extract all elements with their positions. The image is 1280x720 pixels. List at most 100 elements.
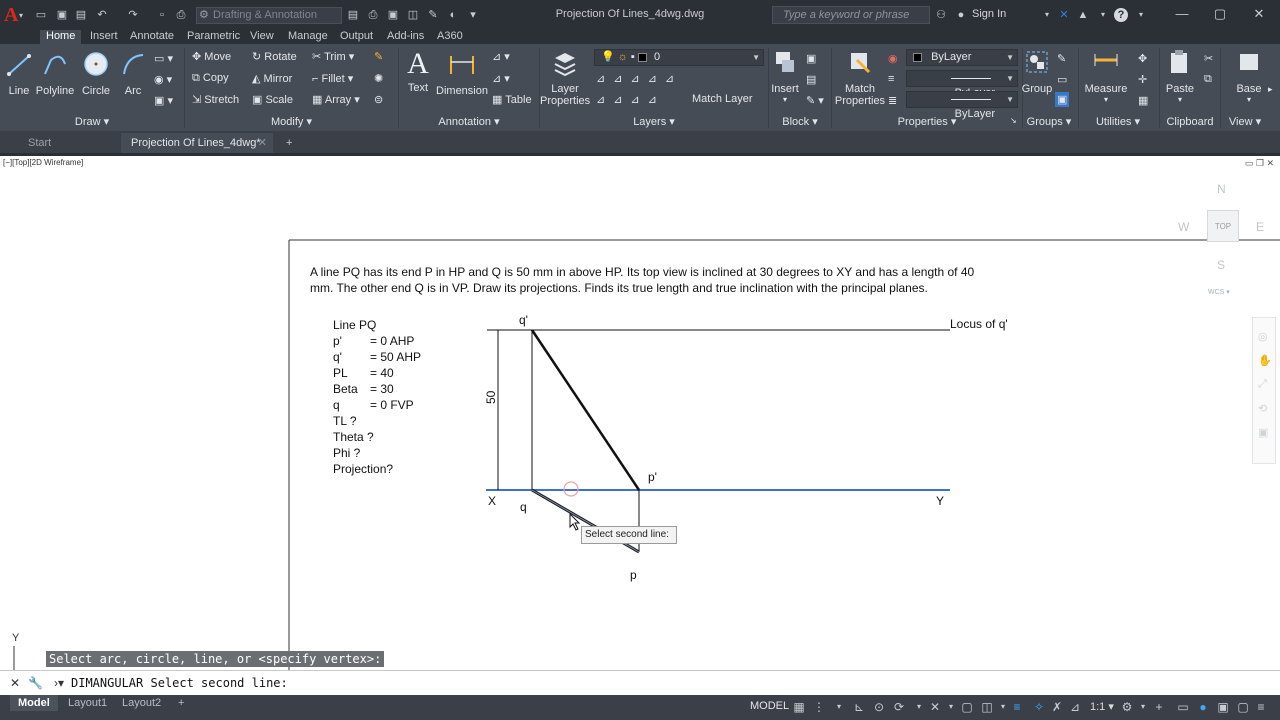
new-tab-button[interactable]: + (276, 133, 302, 153)
viewcube-east[interactable]: E (1256, 220, 1264, 234)
copy-clip-icon[interactable]: ⧉ (1204, 73, 1212, 86)
copy-button[interactable]: ⧉ Copy (192, 72, 229, 85)
layer-tools-row-2[interactable]: ⊿⊿⊿⊿ (596, 93, 665, 106)
tab-add-ins[interactable]: Add-ins (381, 30, 430, 44)
close-tab-icon[interactable]: ✕ (258, 133, 267, 153)
base-button[interactable]: Base ▾ (1230, 48, 1268, 104)
help-caret-icon[interactable]: ▾ (1134, 8, 1148, 22)
save-as-icon[interactable]: ▤ (74, 8, 88, 22)
signin-caret-icon[interactable]: ▾ (1040, 8, 1054, 22)
linetype-dropdown[interactable]: ByLayer ▼ (906, 91, 1018, 120)
viewcube-west[interactable]: W (1178, 220, 1189, 234)
calculator-icon[interactable]: ▦ (1138, 94, 1148, 107)
offset-icon[interactable]: ⊜ (374, 93, 383, 106)
layer-icon[interactable]: ◫ (406, 8, 420, 22)
tab-annotate[interactable]: Annotate (124, 30, 180, 44)
maximize-button[interactable]: ▢ (1205, 5, 1235, 23)
groups-panel-title[interactable]: Groups ▾ (1022, 115, 1076, 130)
print-icon[interactable]: ⎙ (366, 8, 380, 22)
layout1-tab[interactable]: Layout1 (60, 695, 115, 711)
share-icon[interactable]: ▤ (346, 8, 360, 22)
zoom-extents-icon[interactable]: ⤢ (1258, 378, 1267, 391)
new-icon[interactable]: ▫ (155, 8, 169, 22)
text-button[interactable]: A Text (404, 46, 432, 94)
clean-screen-icon[interactable]: ▢ (1236, 700, 1250, 714)
leader-multi-icon[interactable]: ⊿ ▾ (492, 72, 510, 85)
close-command-line-icon[interactable]: ✕ (10, 676, 20, 690)
create-block-icon[interactable]: ▣ (806, 52, 816, 65)
snap-icon[interactable]: ⋮ (812, 700, 826, 714)
table-button[interactable]: ▦ Table (492, 93, 532, 106)
showmotion-icon[interactable]: ▣ (1258, 426, 1268, 439)
layer-properties-button[interactable]: Layer Properties (540, 50, 590, 107)
model-space-button[interactable]: MODEL (750, 700, 789, 712)
a360-caret-icon[interactable]: ▾ (1096, 8, 1110, 22)
viewcube-north[interactable]: N (1217, 182, 1226, 196)
start-tab[interactable]: Start (18, 133, 122, 153)
match-layer-button[interactable]: Match Layer (692, 93, 753, 105)
stretch-button[interactable]: ⇲ Stretch (192, 93, 239, 106)
insert-button[interactable]: Insert ▾ (770, 48, 800, 104)
match-icon[interactable]: ✎ (426, 8, 440, 22)
ortho-icon[interactable]: ⊾ (852, 700, 866, 714)
osnap-caret-icon[interactable]: ▾ (996, 700, 1010, 714)
move-button[interactable]: ✥ Move (192, 50, 231, 63)
workspace-caret-icon[interactable]: ▾ (1136, 700, 1150, 714)
object-snap-icon[interactable]: ▢ (960, 700, 974, 714)
lineweight-dropdown[interactable]: ByLayer ▼ (906, 70, 1018, 99)
rotate-button[interactable]: ↻ Rotate (252, 50, 297, 63)
tab-home[interactable]: Home (40, 30, 82, 45)
isodraft-icon[interactable]: ⟳ (892, 700, 906, 714)
properties-launcher-icon[interactable]: ↘ (1010, 116, 1017, 125)
navigation-bar[interactable]: ◎ ✋ ⤢ ⟲ ▣ (1252, 317, 1276, 464)
layer-tools-row-1[interactable]: ⊿⊿⊿⊿⊿ (596, 72, 682, 85)
open-icon[interactable]: ▭ (34, 8, 48, 22)
group-button[interactable]: Group (1020, 48, 1054, 95)
dimension-button[interactable]: Dimension (436, 50, 488, 97)
lineweight-toggle-icon[interactable]: ≡ (1010, 700, 1024, 714)
wcs-menu[interactable]: WCS ▾ (1208, 288, 1230, 296)
tab-parametric[interactable]: Parametric (181, 30, 246, 44)
annotation-scale[interactable]: 1:1 ▾ (1090, 700, 1114, 713)
line-button[interactable]: Line (4, 50, 34, 97)
viewcube-top-face[interactable]: TOP (1207, 210, 1239, 242)
explode-icon[interactable]: ✺ (374, 72, 383, 85)
viewcube-south[interactable]: S (1217, 258, 1225, 272)
workspace-dropdown[interactable]: ⚙ Drafting & Annotation (196, 7, 342, 24)
utilities-panel-title[interactable]: Utilities ▾ (1078, 115, 1158, 130)
hatch-icon[interactable]: ◉ ▾ (154, 73, 172, 86)
scale-button[interactable]: ▣ Scale (252, 93, 293, 106)
mirror-button[interactable]: ◭ Mirror (252, 72, 292, 85)
user-icon[interactable]: ● (954, 8, 968, 22)
point-icon[interactable]: ✛ (1138, 73, 1147, 86)
orbit-icon[interactable]: ⟲ (1258, 402, 1267, 415)
layer-dropdown[interactable]: 💡 ☼ ▪ 0 ▼ (594, 49, 764, 66)
rectangle-icon[interactable]: ▭ ▾ (154, 52, 173, 65)
group-selection-icon[interactable]: ▣ (1055, 92, 1070, 107)
pan-icon[interactable]: ✋ (1258, 354, 1272, 367)
redo-icon[interactable]: ↷ (126, 8, 140, 22)
command-line[interactable]: ✕ 🔧 ›▾ DIMANGULAR Select second line: (0, 670, 1280, 695)
selection-cycling-icon[interactable]: ✗ (1050, 700, 1064, 714)
model-layout-tab[interactable]: Model (10, 695, 58, 711)
sign-in-button[interactable]: Sign In (972, 8, 1006, 20)
layout2-tab[interactable]: Layout2 (114, 695, 169, 711)
isodraft-caret-icon[interactable]: ▾ (912, 700, 926, 714)
object-snap-caret-icon[interactable]: ▾ (944, 700, 958, 714)
close-button[interactable]: ✕ (1244, 5, 1274, 23)
drawing-tab[interactable]: Projection Of Lines_4dwg* ✕ (121, 133, 273, 153)
hardware-acceleration-icon[interactable]: ▣ (1216, 700, 1230, 714)
arc-button[interactable]: Arc (118, 50, 148, 97)
block-attributes-icon[interactable]: ✎ ▾ (806, 94, 824, 107)
measure-button[interactable]: Measure ▾ (1084, 48, 1128, 104)
annotation-monitor-icon[interactable]: + (1152, 700, 1166, 714)
publish-icon[interactable]: ▣ (386, 8, 400, 22)
a360-icon[interactable]: ▲ (1076, 8, 1090, 22)
steering-wheel-icon[interactable]: ◎ (1258, 330, 1268, 343)
object-snap-tracking-icon[interactable]: ✕ (928, 700, 942, 714)
annotation-visibility-icon[interactable]: ⊿ (1068, 700, 1082, 714)
layers-panel-title[interactable]: Layers ▾ (540, 115, 768, 130)
edit-block-icon[interactable]: ▤ (806, 73, 816, 86)
binoculars-icon[interactable]: ⚇ (934, 8, 948, 22)
match-properties-button[interactable]: Match Properties (834, 48, 886, 107)
